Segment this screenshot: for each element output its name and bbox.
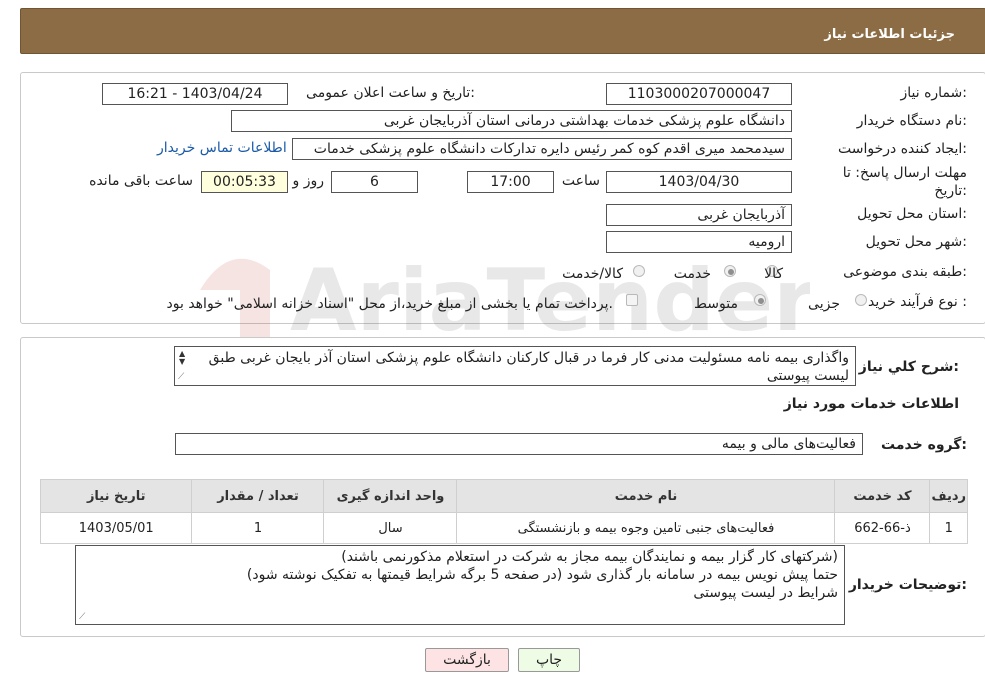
process-minor-radio[interactable] bbox=[855, 294, 867, 306]
resize-grip-icon[interactable]: ⟋ bbox=[178, 372, 184, 382]
announce-datetime-field: 1403/04/24 - 16:21 bbox=[102, 83, 288, 105]
announce-datetime-label: تاریخ و ساعت اعلان عمومی: bbox=[306, 85, 475, 101]
col-service-name: نام خدمت bbox=[456, 479, 836, 513]
services-section-title: اطلاعات خدمات مورد نياز bbox=[783, 396, 959, 412]
process-medium-radio[interactable] bbox=[754, 294, 766, 306]
col-unit: واحد اندازه گیری bbox=[323, 479, 458, 513]
remaining-time-field: 00:05:33 bbox=[201, 171, 288, 193]
cell-row-number: 1 bbox=[929, 512, 968, 544]
remaining-time-label: ساعت باقی مانده bbox=[89, 173, 193, 189]
description-scrollbar[interactable]: ▲ ▼ ⟋ bbox=[176, 348, 192, 384]
col-quantity: تعداد / مقدار bbox=[191, 479, 325, 513]
days-field: 6 bbox=[331, 171, 418, 193]
back-button[interactable]: بازگشت bbox=[425, 648, 509, 672]
treasury-payment-note: پرداخت تمام یا بخشی از مبلغ خرید،از محل … bbox=[166, 296, 613, 312]
print-button[interactable]: چاپ bbox=[518, 648, 580, 672]
city-field: ارومیه bbox=[606, 231, 792, 253]
buyer-notes-line-1: (شرکتهای کار گزار بیمه و نمایندگان بیمه … bbox=[341, 549, 838, 565]
table-row: 1 ذ-66-662 فعالیت‌های جنبی تامین وجوه بی… bbox=[39, 512, 968, 544]
province-label: استان محل تحویل: bbox=[857, 206, 967, 222]
scroll-down-icon[interactable]: ▼ bbox=[179, 357, 185, 366]
days-label: روز و bbox=[292, 173, 325, 189]
deadline-label: مهلت ارسال پاسخ: تا bbox=[842, 165, 967, 181]
need-number-label: شماره نیاز: bbox=[900, 85, 967, 101]
description-label: شرح کلي نياز: bbox=[858, 359, 959, 375]
cell-service-code: ذ-66-662 bbox=[834, 512, 931, 544]
city-label: شهر محل تحویل: bbox=[865, 234, 967, 250]
description-textarea[interactable]: واگذاری بیمه نامه مسئولیت مدنی کار فرما … bbox=[174, 346, 856, 386]
buyer-notes-line-3: شرایط در لیست پیوستی bbox=[693, 585, 838, 601]
page-title: جزئیات اطلاعات نیاز bbox=[824, 27, 955, 42]
col-service-code: کد خدمت bbox=[834, 479, 931, 513]
deadline-time-label: ساعت bbox=[561, 173, 600, 189]
buyer-notes-line-2: حتما پیش نویس بیمه در سامانه بار گذاری ش… bbox=[246, 567, 838, 583]
creator-label: ایجاد کننده درخواست: bbox=[838, 141, 967, 157]
need-number-field: 1103000207000047 bbox=[606, 83, 792, 105]
services-table-header: ردیف کد خدمت نام خدمت واحد اندازه گیری ت… bbox=[39, 479, 968, 513]
cell-service-name: فعالیت‌های جنبی تامین وجوه بیمه و بازنشس… bbox=[456, 512, 836, 544]
description-text: واگذاری بیمه نامه مسئولیت مدنی کار فرما … bbox=[208, 350, 849, 384]
services-table: ردیف کد خدمت نام خدمت واحد اندازه گیری ت… bbox=[39, 479, 968, 544]
buyer-org-label: نام دستگاه خریدار: bbox=[856, 113, 967, 129]
deadline-time-field: 17:00 bbox=[467, 171, 554, 193]
buyer-org-field: دانشگاه علوم پزشکی خدمات بهداشتی درمانی … bbox=[231, 110, 792, 132]
cell-need-date: 1403/05/01 bbox=[39, 512, 193, 544]
service-group-label: گروه خدمت: bbox=[881, 437, 967, 453]
resize-grip-icon[interactable]: ⟋ bbox=[79, 612, 85, 622]
service-group-field: فعالیت‌های مالی و بیمه bbox=[175, 433, 863, 455]
category-goods-text: کالا bbox=[764, 266, 783, 282]
cell-unit: سال bbox=[323, 512, 458, 544]
category-service-text: خدمت bbox=[673, 266, 711, 282]
province-field: آذربایجان غربی bbox=[606, 204, 792, 226]
creator-field: سیدمحمد میری اقدم کوه کمر رئیس دایره تدا… bbox=[292, 138, 792, 160]
treasury-payment-checkbox[interactable] bbox=[626, 294, 638, 306]
buyer-notes-label: توضیحات خریدار: bbox=[848, 577, 967, 593]
cell-quantity: 1 bbox=[191, 512, 325, 544]
category-goods-service-radio[interactable] bbox=[633, 265, 645, 277]
page-header: جزئیات اطلاعات نیاز bbox=[20, 8, 985, 54]
col-row-number: ردیف bbox=[929, 479, 968, 513]
col-need-date: تاریخ نیاز bbox=[39, 479, 193, 513]
category-label: طبقه بندی موضوعی: bbox=[843, 264, 967, 280]
process-minor-text: جزیی bbox=[808, 296, 840, 312]
deadline-date-label: تاریخ: bbox=[934, 183, 967, 199]
process-type-label: نوع فرآیند خرید : bbox=[868, 294, 967, 310]
deadline-date-field: 1403/04/30 bbox=[606, 171, 792, 193]
buyer-notes-textarea[interactable]: (شرکتهای کار گزار بیمه و نمایندگان بیمه … bbox=[75, 545, 845, 625]
category-service-radio[interactable] bbox=[724, 265, 736, 277]
process-medium-text: متوسط bbox=[694, 296, 738, 312]
buyer-contact-link[interactable]: اطلاعات تماس خریدار bbox=[157, 140, 287, 156]
category-goods-service-text: کالا/خدمت bbox=[562, 266, 623, 282]
